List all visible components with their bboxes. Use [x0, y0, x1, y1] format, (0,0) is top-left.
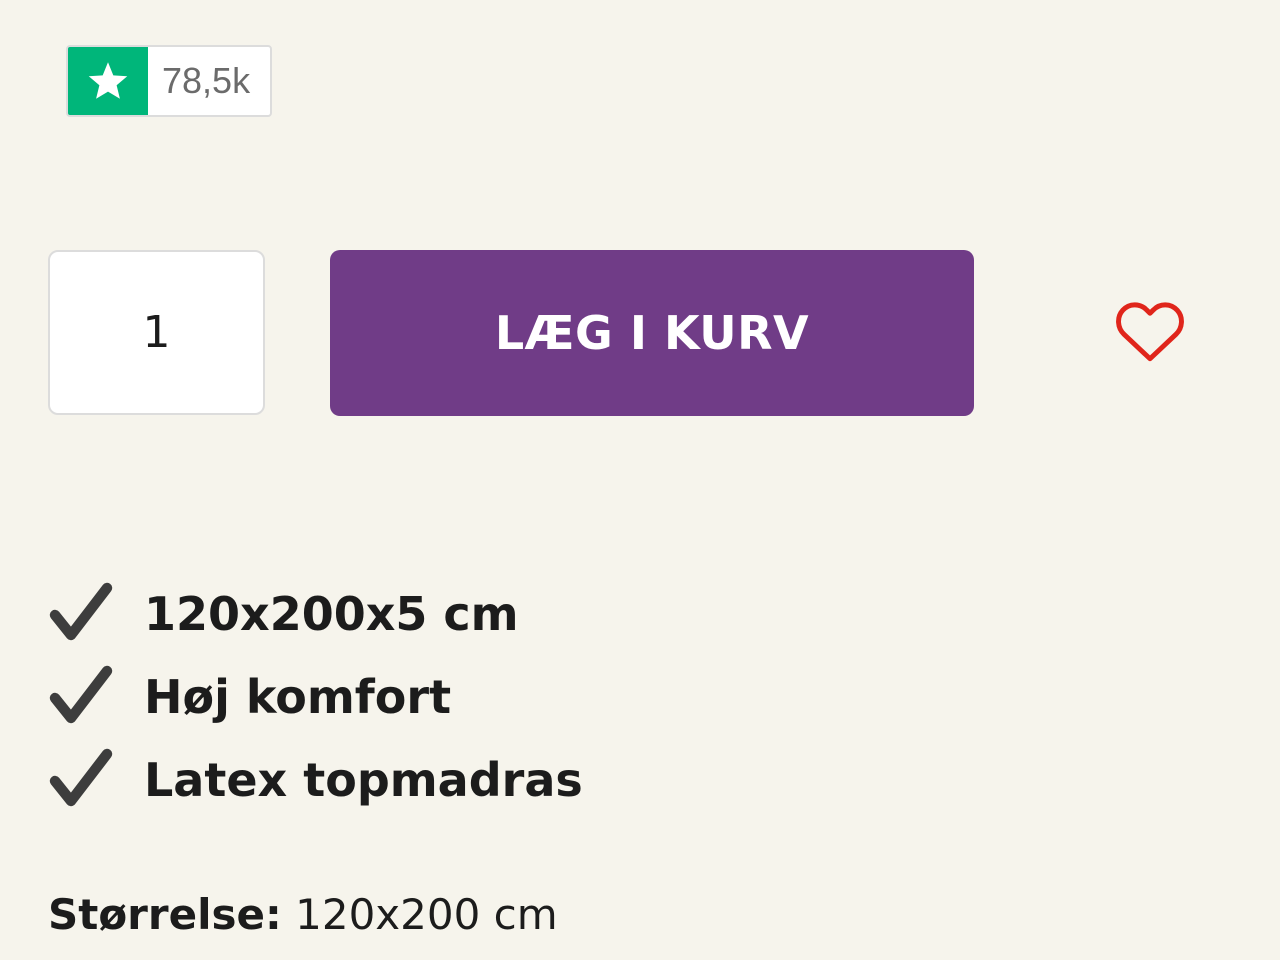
quantity-input[interactable] [50, 306, 263, 359]
feature-item: 120x200x5 cm [48, 572, 583, 655]
size-label: Størrelse: [48, 890, 282, 939]
checkmark-icon [48, 747, 114, 813]
trustpilot-star-box [68, 47, 148, 115]
checkmark-icon [48, 664, 114, 730]
feature-list: 120x200x5 cm Høj komfort Latex topmadras [48, 572, 583, 821]
size-value: 120x200 cm [295, 890, 558, 939]
star-icon [88, 62, 128, 99]
checkmark-icon [48, 581, 114, 647]
review-count: 78,5k [162, 60, 251, 101]
wishlist-button[interactable] [1110, 294, 1190, 366]
quantity-field[interactable] [48, 250, 265, 415]
feature-text: Høj komfort [144, 669, 452, 724]
size-info: Størrelse: 120x200 cm [48, 890, 558, 939]
feature-item: Høj komfort [48, 655, 583, 738]
product-purchase-panel: 78,5k LÆG I KURV 120x200x5 cm Høj komfor… [0, 0, 1280, 960]
trustpilot-badge[interactable]: 78,5k [66, 45, 272, 117]
feature-text: 120x200x5 cm [144, 586, 519, 641]
heart-outline-icon [1116, 302, 1184, 362]
feature-text: Latex topmadras [144, 752, 583, 807]
feature-item: Latex topmadras [48, 738, 583, 821]
add-to-cart-button[interactable]: LÆG I KURV [330, 250, 974, 416]
